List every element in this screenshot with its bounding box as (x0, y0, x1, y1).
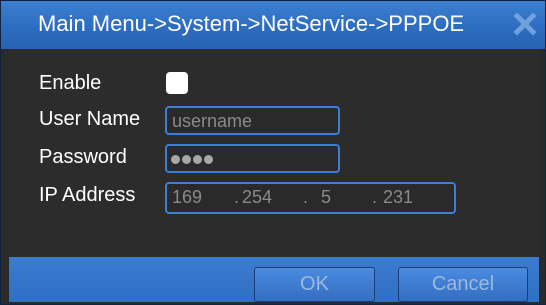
close-icon[interactable] (509, 8, 541, 40)
password-dot (182, 155, 191, 164)
enable-checkbox[interactable] (166, 72, 188, 94)
ip-address-label: IP Address (39, 184, 136, 206)
password-dot (193, 155, 202, 164)
ip-octet-2[interactable]: 254 (242, 187, 272, 208)
ip-octet-4[interactable]: 231 (383, 187, 413, 208)
ok-button[interactable]: OK (254, 267, 375, 302)
username-placeholder: username (172, 111, 253, 131)
dialog-title: Main Menu->System->NetService->PPPOE (38, 11, 465, 36)
password-label: Password (39, 146, 127, 168)
pppoe-dialog: Main Menu->System->NetService->PPPOE Ena… (0, 0, 546, 305)
ip-octet-1[interactable]: 169 (172, 187, 202, 208)
username-label: User Name (39, 108, 141, 130)
password-dot (171, 155, 180, 164)
username-field[interactable]: username (165, 106, 340, 135)
title-bar[interactable]: Main Menu->System->NetService->PPPOE (1, 1, 545, 49)
ip-separator: . (303, 187, 309, 207)
ip-separator: . (372, 187, 378, 207)
password-field[interactable] (165, 144, 340, 173)
password-dot (204, 155, 213, 164)
enable-label: Enable (39, 72, 102, 94)
ip-address-field[interactable]: 169 . 254 . 5 . 231 (165, 182, 456, 214)
ip-separator: . (234, 187, 240, 207)
cancel-button[interactable]: Cancel (398, 267, 528, 302)
ip-octet-3[interactable]: 5 (321, 187, 331, 208)
password-mask (171, 155, 213, 164)
